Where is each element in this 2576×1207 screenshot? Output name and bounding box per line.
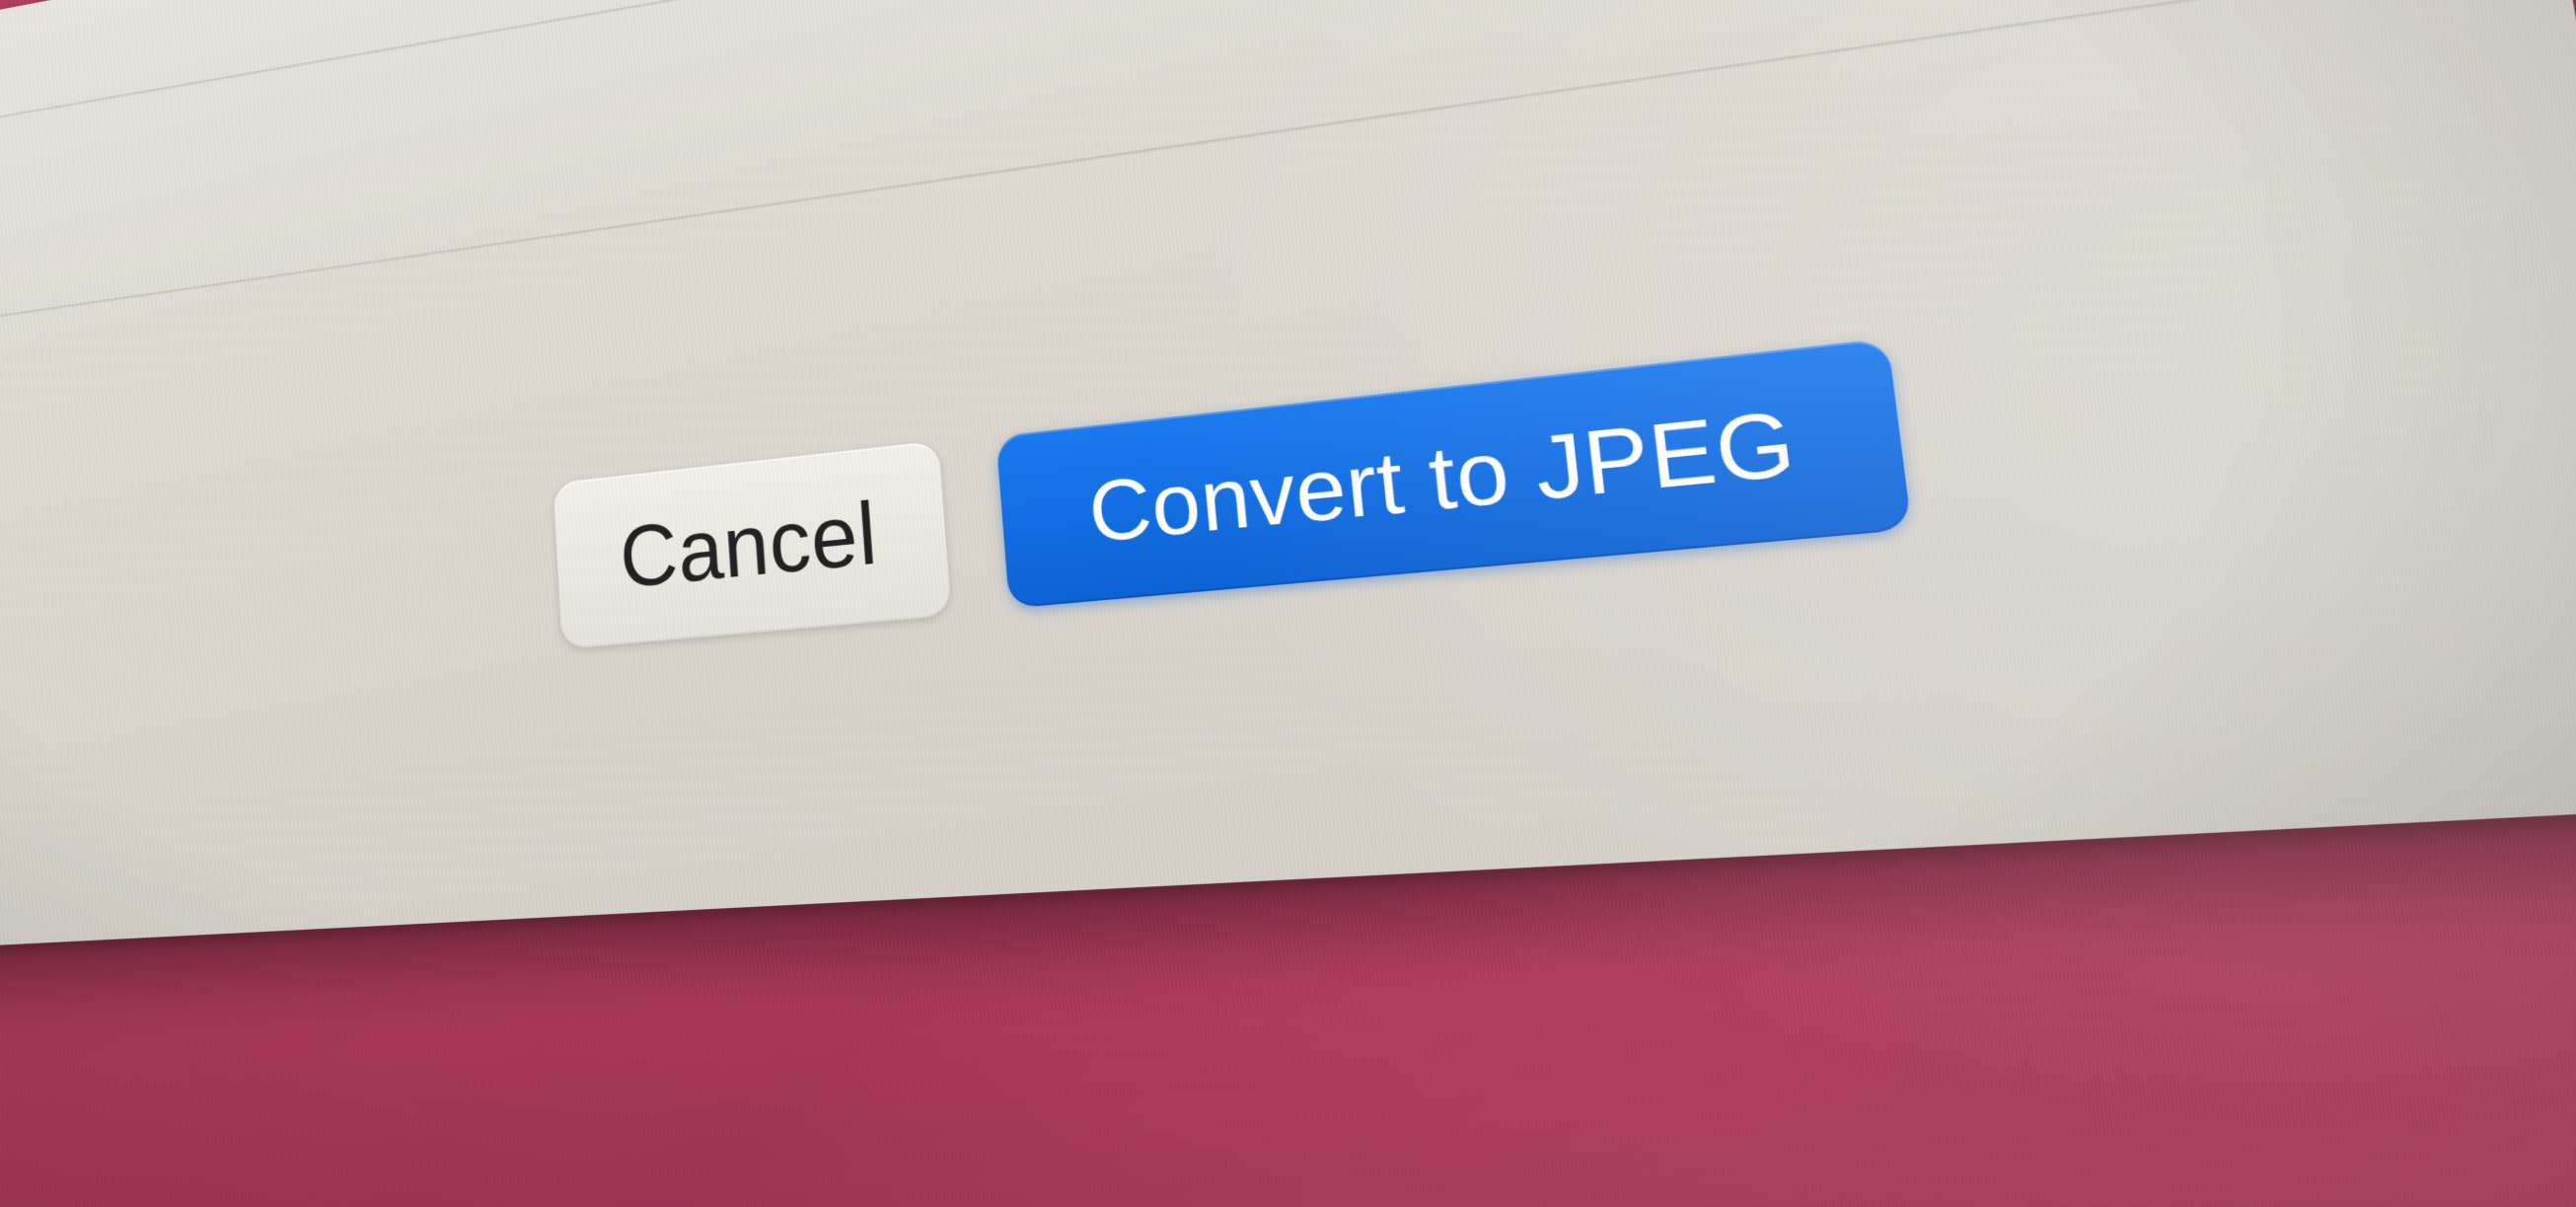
- cancel-button[interactable]: Cancel: [553, 440, 952, 649]
- dialog-button-row: Cancel Convert to JPEG: [553, 336, 1913, 649]
- convert-button[interactable]: Convert to JPEG: [996, 339, 1912, 609]
- dialog-sheet: Cancel Convert to JPEG: [0, 0, 2576, 953]
- section-divider: [0, 0, 2519, 147]
- screenshot-scene: Cancel Convert to JPEG: [0, 0, 2576, 1207]
